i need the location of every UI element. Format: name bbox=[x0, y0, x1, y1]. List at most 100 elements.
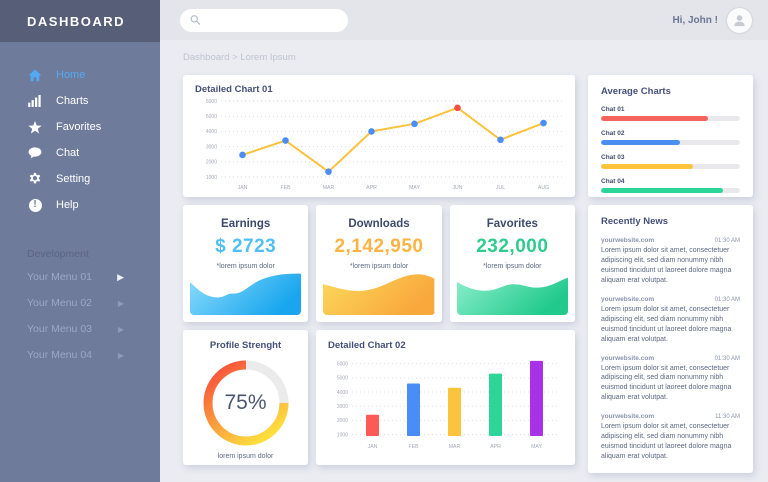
news-item: yourwebsite.com 01:30 AM Lorem ipsum dol… bbox=[601, 296, 740, 345]
news-text: Lorem ipsum dolor sit amet, consectetuer… bbox=[601, 422, 740, 462]
sidebar-item-label: Home bbox=[56, 69, 85, 81]
search-icon bbox=[190, 14, 201, 26]
progress-bar bbox=[601, 140, 740, 145]
bar-chart-icon bbox=[27, 94, 43, 108]
news-text: Lorem ipsum dolor sit amet, consectetuer… bbox=[601, 246, 740, 286]
breadcrumb: Dashboard > Lorem Ipsum bbox=[183, 52, 753, 63]
content: Dashboard > Lorem Ipsum Detailed Chart 0… bbox=[160, 40, 768, 482]
recently-news-card: Recently News yourwebsite.com 01:30 AM L… bbox=[588, 205, 753, 473]
svg-text:2000: 2000 bbox=[206, 160, 217, 166]
average-charts-card: Average Charts Chat 01 Chat 02 Chat 03 bbox=[588, 75, 753, 197]
progress-label: Chat 04 bbox=[601, 178, 740, 185]
detailed-chart-02-card: Detailed Chart 02 1000200030004000500060… bbox=[316, 330, 575, 465]
chevron-right-icon: ▶ bbox=[118, 299, 124, 308]
stat-title: Favorites bbox=[487, 218, 538, 230]
stat-value: $ 2723 bbox=[215, 236, 276, 258]
chart-02-title: Detailed Chart 02 bbox=[328, 340, 565, 351]
sidebar-item-label: Setting bbox=[56, 173, 90, 185]
sidebar-item-chat[interactable]: Chat bbox=[0, 140, 160, 166]
news-item: yourwebsite.com 01:30 AM Lorem ipsum dol… bbox=[601, 237, 740, 286]
sidebar-item-setting[interactable]: Setting bbox=[0, 166, 160, 192]
search-input[interactable] bbox=[201, 14, 338, 27]
sidebar: DASHBOARD Home Charts Favorites bbox=[0, 0, 160, 482]
svg-text:AUG: AUG bbox=[538, 185, 549, 191]
average-charts-title: Average Charts bbox=[601, 86, 740, 97]
sidebar-item-label: Charts bbox=[56, 95, 88, 107]
svg-text:FEB: FEB bbox=[280, 185, 291, 191]
main-area: Hi, John ! Dashboard > Lorem Ipsum Detai… bbox=[160, 0, 768, 482]
progress-row: Chat 03 bbox=[601, 154, 740, 169]
svg-text:APR: APR bbox=[366, 185, 377, 191]
news-site-link[interactable]: yourwebsite.com bbox=[601, 413, 654, 420]
home-icon bbox=[27, 68, 43, 82]
sidebar-item-favorites[interactable]: Favorites bbox=[0, 114, 160, 140]
stat-value: 232,000 bbox=[476, 236, 548, 258]
chevron-right-icon: ▶ bbox=[118, 351, 124, 360]
sidebar-section-label: Development bbox=[27, 248, 160, 260]
news-site-link[interactable]: yourwebsite.com bbox=[601, 296, 654, 303]
profile-donut-chart: 75% bbox=[200, 357, 292, 449]
stats-row: Earnings $ 2723 *lorem ipsum dolor bbox=[183, 205, 575, 322]
news-site-link[interactable]: yourwebsite.com bbox=[601, 355, 654, 362]
svg-text:MAY: MAY bbox=[531, 444, 542, 450]
svg-text:4000: 4000 bbox=[337, 390, 348, 396]
stat-title: Downloads bbox=[348, 218, 409, 230]
news-text: Lorem ipsum dolor sit amet, consectetuer… bbox=[601, 364, 740, 404]
news-time: 11:30 AM bbox=[715, 414, 740, 420]
news-item: yourwebsite.com 11:30 AM Lorem ipsum dol… bbox=[601, 413, 740, 462]
svg-text:JAN: JAN bbox=[238, 185, 248, 191]
stat-caption: *lorem ipsum dolor bbox=[350, 263, 408, 270]
profile-title: Profile Strenght bbox=[210, 340, 281, 351]
sidebar-header: DASHBOARD bbox=[0, 0, 160, 42]
sidebar-item-your-menu-02[interactable]: Your Menu 02 ▶ bbox=[0, 290, 160, 316]
sidebar-item-your-menu-01[interactable]: Your Menu 01 ▶ bbox=[0, 264, 160, 290]
dashboard-app: DASHBOARD Home Charts Favorites bbox=[0, 0, 768, 482]
earnings-card: Earnings $ 2723 *lorem ipsum dolor bbox=[183, 205, 308, 322]
gear-icon bbox=[27, 172, 43, 186]
svg-text:JUL: JUL bbox=[496, 185, 505, 191]
user-greeting: Hi, John ! bbox=[672, 15, 718, 26]
detailed-chart-01-card: Detailed Chart 01 1000200030004000500060… bbox=[183, 75, 575, 197]
stat-value: 2,142,950 bbox=[334, 236, 423, 258]
progress-bar bbox=[601, 116, 740, 121]
svg-text:5000: 5000 bbox=[206, 114, 217, 120]
news-site-link[interactable]: yourwebsite.com bbox=[601, 237, 654, 244]
news-time: 01:30 AM bbox=[715, 356, 740, 362]
sidebar-item-your-menu-04[interactable]: Your Menu 04 ▶ bbox=[0, 342, 160, 368]
svg-text:JAN: JAN bbox=[368, 444, 378, 450]
submenu-label: Your Menu 02 bbox=[27, 297, 92, 309]
search-box bbox=[180, 9, 348, 32]
progress-bar bbox=[601, 188, 740, 193]
sidebar-item-help[interactable]: ! Help bbox=[0, 192, 160, 218]
svg-text:1000: 1000 bbox=[206, 175, 217, 181]
star-icon bbox=[27, 120, 43, 134]
sidebar-item-your-menu-03[interactable]: Your Menu 03 ▶ bbox=[0, 316, 160, 342]
downloads-card: Downloads 2,142,950 *lorem ipsum dolor bbox=[316, 205, 441, 322]
news-time: 01:30 AM bbox=[715, 238, 740, 244]
svg-text:1000: 1000 bbox=[337, 432, 348, 438]
avatar[interactable] bbox=[727, 8, 752, 33]
svg-text:6000: 6000 bbox=[337, 361, 348, 367]
user-icon bbox=[732, 13, 747, 28]
svg-text:FEB: FEB bbox=[408, 444, 419, 450]
news-time: 01:30 AM bbox=[715, 297, 740, 303]
earnings-wave-chart bbox=[190, 271, 301, 315]
favorites-card: Favorites 232,000 *lorem ipsum dolor bbox=[450, 205, 575, 322]
svg-text:JUN: JUN bbox=[452, 185, 462, 191]
submenu-label: Your Menu 03 bbox=[27, 323, 92, 335]
svg-text:6000: 6000 bbox=[206, 99, 217, 105]
topbar-right: Hi, John ! bbox=[672, 8, 752, 33]
stat-caption: *lorem ipsum dolor bbox=[483, 263, 541, 270]
progress-label: Chat 03 bbox=[601, 154, 740, 161]
sidebar-item-charts[interactable]: Charts bbox=[0, 88, 160, 114]
progress-row: Chat 04 bbox=[601, 178, 740, 193]
profile-strength-card: Profile Strenght 75% lorem ipsum dolor bbox=[183, 330, 308, 465]
progress-row: Chat 02 bbox=[601, 130, 740, 145]
sidebar-item-home[interactable]: Home bbox=[0, 62, 160, 88]
chevron-right-icon: ▶ bbox=[117, 272, 124, 283]
submenu-label: Your Menu 04 bbox=[27, 349, 92, 361]
sidebar-item-label: Favorites bbox=[56, 121, 101, 133]
news-text: Lorem ipsum dolor sit amet, consectetuer… bbox=[601, 305, 740, 345]
stat-title: Earnings bbox=[221, 218, 270, 230]
news-title: Recently News bbox=[601, 216, 740, 227]
